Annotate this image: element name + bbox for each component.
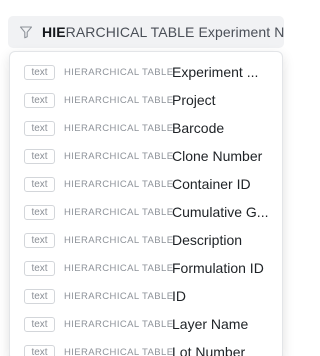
suggestion-option[interactable]: text HIERARCHICAL TABLE Experiment ...: [10, 58, 282, 86]
type-badge: text: [24, 260, 55, 276]
filter-suggestion-text: RARCHICAL TABLE Experiment N: [65, 24, 284, 40]
suggestion-option[interactable]: text HIERARCHICAL TABLE Lot Number: [10, 338, 282, 356]
option-label: Project: [172, 92, 216, 108]
table-tag: HIERARCHICAL TABLE: [64, 290, 174, 302]
option-label: Layer Name: [172, 316, 249, 332]
type-badge: text: [24, 344, 55, 356]
option-label: Container ID: [172, 176, 251, 192]
type-badge: text: [24, 64, 55, 80]
suggestion-option[interactable]: text HIERARCHICAL TABLE Container ID: [10, 170, 282, 198]
option-label: Clone Number: [172, 148, 263, 164]
suggestion-option[interactable]: text HIERARCHICAL TABLE Cumulative G...: [10, 198, 282, 226]
suggestion-option[interactable]: text HIERARCHICAL TABLE ID: [10, 282, 282, 310]
option-label: Lot Number: [172, 344, 246, 356]
suggestion-option[interactable]: text HIERARCHICAL TABLE Clone Number: [10, 142, 282, 170]
option-label: Experiment ...: [172, 64, 259, 80]
table-tag: HIERARCHICAL TABLE: [64, 206, 174, 218]
table-tag: HIERARCHICAL TABLE: [64, 94, 174, 106]
option-label: Formulation ID: [172, 260, 264, 276]
filter-input[interactable]: HIERARCHICAL TABLE Experiment N: [8, 16, 284, 48]
suggestion-option[interactable]: text HIERARCHICAL TABLE Project: [10, 86, 282, 114]
suggestion-dropdown: text HIERARCHICAL TABLE Experiment ... text…: [9, 51, 283, 356]
type-badge: text: [24, 120, 55, 136]
suggestion-option[interactable]: text HIERARCHICAL TABLE Layer Name: [10, 310, 282, 338]
type-badge: text: [24, 288, 55, 304]
table-tag: HIERARCHICAL TABLE: [64, 66, 174, 78]
option-label: Description: [172, 232, 243, 248]
type-badge: text: [24, 204, 55, 220]
filter-icon: [19, 26, 33, 39]
type-badge: text: [24, 232, 55, 248]
filter-typed-text: HIE: [42, 24, 66, 40]
type-badge: text: [24, 176, 55, 192]
table-tag: HIERARCHICAL TABLE: [64, 346, 174, 356]
option-label: Barcode: [172, 120, 225, 136]
type-badge: text: [24, 92, 55, 108]
option-label: ID: [172, 288, 186, 304]
type-badge: text: [24, 148, 55, 164]
table-tag: HIERARCHICAL TABLE: [64, 122, 174, 134]
type-badge: text: [24, 316, 55, 332]
suggestion-option[interactable]: text HIERARCHICAL TABLE Formulation ID: [10, 254, 282, 282]
table-tag: HIERARCHICAL TABLE: [64, 318, 174, 330]
table-tag: HIERARCHICAL TABLE: [64, 150, 174, 162]
table-tag: HIERARCHICAL TABLE: [64, 234, 174, 246]
table-tag: HIERARCHICAL TABLE: [64, 262, 174, 274]
filter-query: HIERARCHICAL TABLE Experiment N: [42, 24, 284, 40]
table-tag: HIERARCHICAL TABLE: [64, 178, 174, 190]
option-label: Cumulative G...: [172, 204, 269, 220]
suggestion-option[interactable]: text HIERARCHICAL TABLE Description: [10, 226, 282, 254]
suggestion-option[interactable]: text HIERARCHICAL TABLE Barcode: [10, 114, 282, 142]
